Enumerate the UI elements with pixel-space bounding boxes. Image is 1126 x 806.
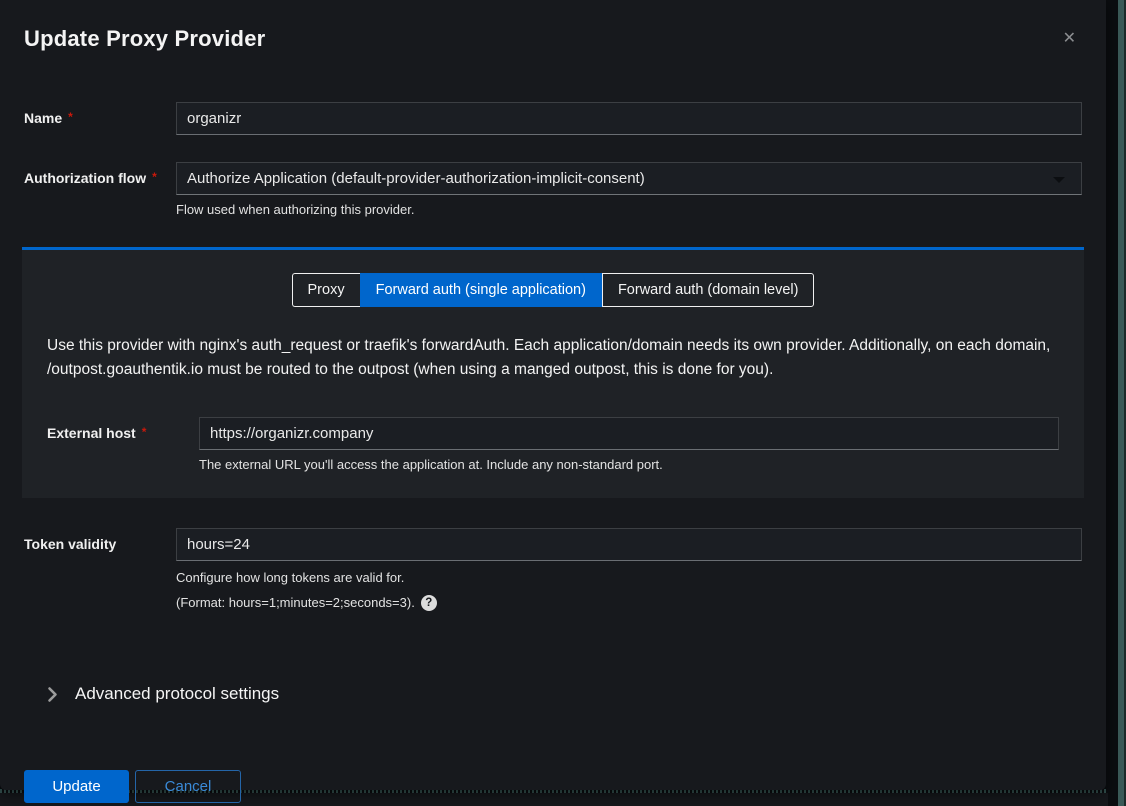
authorization-flow-help: Flow used when authorizing this provider… bbox=[176, 201, 1082, 219]
modal-footer: Update Cancel bbox=[0, 770, 1106, 803]
token-validity-help: Configure how long tokens are valid for. bbox=[176, 569, 1082, 587]
tab-forward-auth-domain-level[interactable]: Forward auth (domain level) bbox=[602, 273, 815, 307]
close-icon[interactable]: ✕ bbox=[1063, 30, 1076, 46]
advanced-protocol-settings-label: Advanced protocol settings bbox=[75, 684, 279, 704]
external-host-help: The external URL you'll access the appli… bbox=[199, 456, 1059, 474]
required-asterisk: * bbox=[152, 170, 157, 184]
page-backdrop-right bbox=[1106, 0, 1126, 806]
tab-forward-auth-single-application[interactable]: Forward auth (single application) bbox=[360, 273, 602, 307]
update-proxy-provider-modal: Update Proxy Provider ✕ Name* Authorizat… bbox=[0, 0, 1106, 790]
authorization-flow-label: Authorization flow* bbox=[24, 162, 176, 186]
required-asterisk: * bbox=[142, 425, 147, 439]
authorization-flow-select[interactable]: Authorize Application (default-provider-… bbox=[176, 162, 1082, 195]
token-validity-row: Token validity Configure how long tokens… bbox=[24, 528, 1082, 612]
proxy-mode-card: Proxy Forward auth (single application) … bbox=[22, 247, 1084, 498]
update-button[interactable]: Update bbox=[24, 770, 129, 803]
name-input[interactable] bbox=[176, 102, 1082, 135]
required-asterisk: * bbox=[68, 110, 73, 124]
external-host-label: External host* bbox=[47, 417, 199, 441]
page-title: Update Proxy Provider bbox=[24, 26, 1082, 52]
authorization-flow-row: Authorization flow* Authorize Applicatio… bbox=[24, 162, 1082, 219]
modal-body: Name* Authorization flow* Authorize Appl… bbox=[0, 102, 1106, 704]
external-host-input[interactable] bbox=[199, 417, 1059, 450]
mode-description: Use this provider with nginx's auth_requ… bbox=[47, 334, 1052, 382]
external-host-row: External host* The external URL you'll a… bbox=[47, 417, 1059, 474]
authorization-flow-selected-value: Authorize Application (default-provider-… bbox=[187, 170, 645, 187]
tab-proxy[interactable]: Proxy bbox=[292, 273, 360, 307]
screen: Update Proxy Provider ✕ Name* Authorizat… bbox=[0, 0, 1126, 806]
proxy-mode-tab-group: Proxy Forward auth (single application) … bbox=[47, 273, 1059, 307]
question-circle-icon[interactable]: ? bbox=[421, 595, 437, 611]
name-field-row: Name* bbox=[24, 102, 1082, 135]
cancel-button[interactable]: Cancel bbox=[135, 770, 241, 803]
chevron-down-icon bbox=[1053, 177, 1065, 183]
name-label: Name* bbox=[24, 102, 176, 126]
token-validity-input[interactable] bbox=[176, 528, 1082, 561]
chevron-right-icon bbox=[47, 686, 58, 703]
modal-header: Update Proxy Provider ✕ bbox=[0, 0, 1106, 52]
token-validity-format-help: (Format: hours=1;minutes=2;seconds=3). ? bbox=[176, 594, 1082, 612]
token-validity-label: Token validity bbox=[24, 528, 176, 552]
advanced-protocol-settings-expander[interactable]: Advanced protocol settings bbox=[47, 684, 1082, 704]
